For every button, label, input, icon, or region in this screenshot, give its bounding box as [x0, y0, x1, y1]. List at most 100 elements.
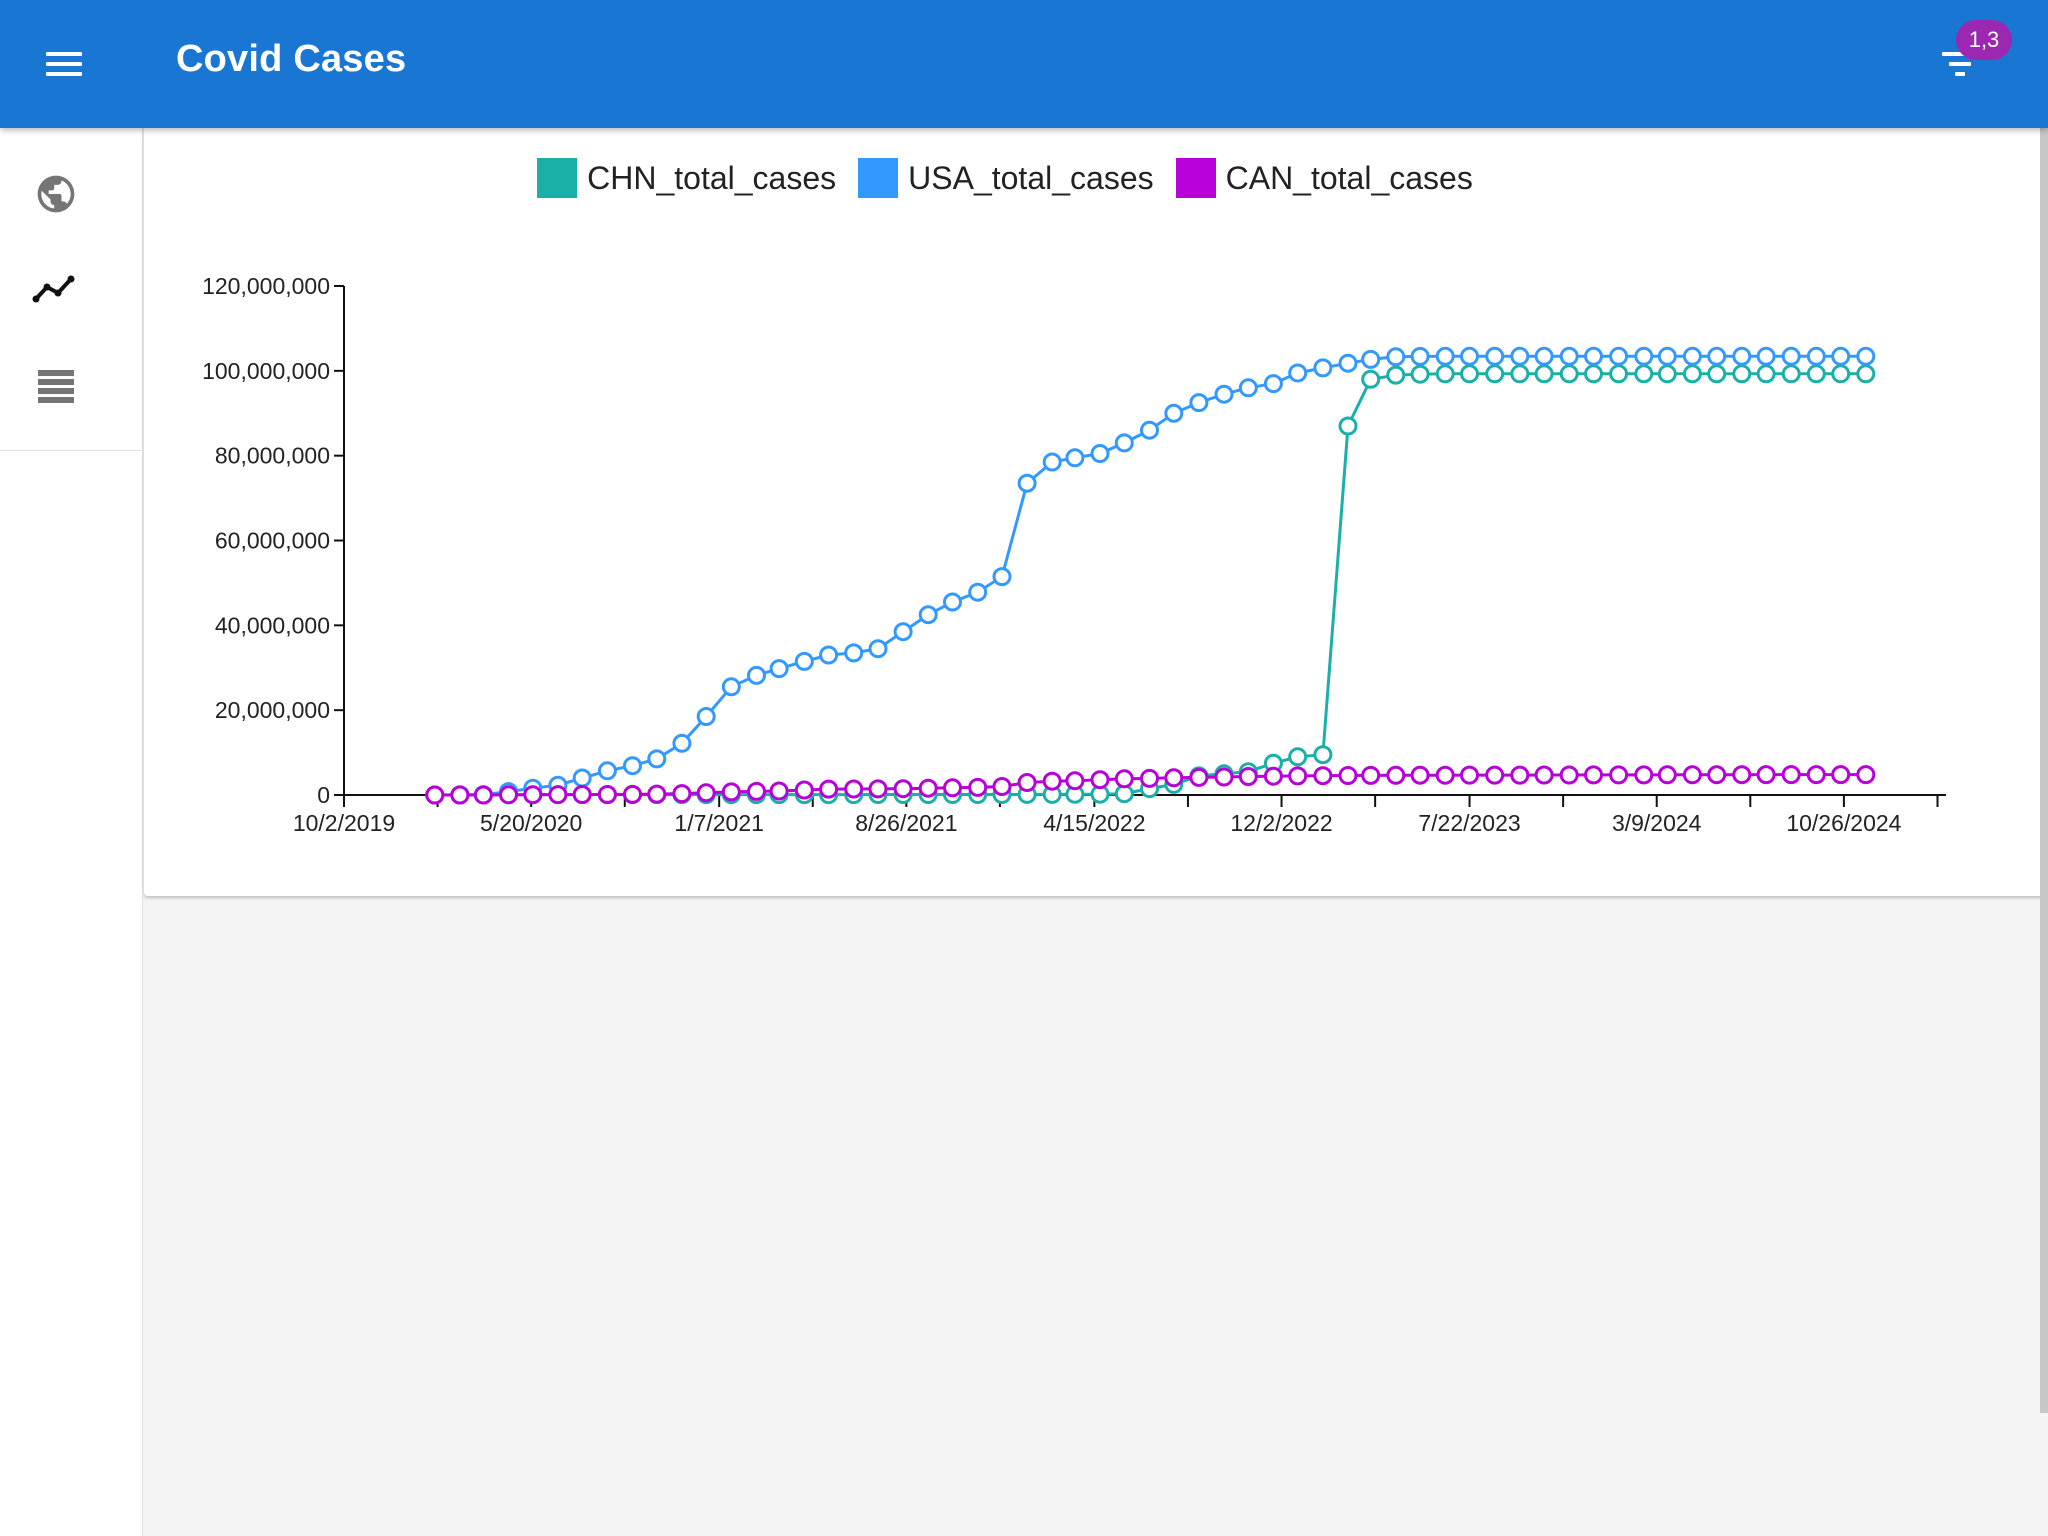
- data-point: [1485, 364, 1505, 384]
- data-point: [943, 778, 962, 798]
- data-point: [1634, 765, 1654, 785]
- data-point: [1781, 364, 1801, 384]
- data-point: [918, 778, 938, 798]
- y-tick-label: 60,000,000: [215, 528, 330, 554]
- data-point: [597, 761, 617, 781]
- data-point: [1756, 765, 1776, 785]
- data-point: [450, 785, 470, 805]
- data-point: [1510, 765, 1530, 785]
- x-tick-label: 8/26/2021: [855, 810, 957, 836]
- data-point: [1682, 364, 1702, 384]
- data-point: [1338, 353, 1358, 373]
- page-title: Covid Cases: [176, 38, 407, 80]
- data-point: [572, 785, 592, 804]
- data-point: [696, 783, 716, 803]
- data-point: [1657, 364, 1677, 384]
- sidebar-item-globe[interactable]: [26, 164, 86, 224]
- data-point: [1732, 765, 1752, 785]
- data-point: [1114, 433, 1134, 453]
- data-point: [647, 784, 667, 804]
- data-point: [844, 643, 864, 663]
- data-point: [794, 780, 814, 800]
- data-point: [819, 779, 839, 799]
- data-point: [747, 781, 766, 801]
- data-point: [1657, 346, 1677, 366]
- x-tick-label: 10/2/2019: [293, 810, 395, 836]
- data-point: [1609, 765, 1629, 785]
- data-point: [1485, 346, 1505, 366]
- data-point: [1559, 346, 1579, 366]
- data-point: [1435, 765, 1455, 785]
- data-point: [1338, 766, 1358, 785]
- data-point: [1682, 765, 1702, 785]
- data-point: [1732, 346, 1752, 366]
- y-tick-label: 80,000,000: [215, 443, 330, 469]
- data-point: [1856, 765, 1876, 785]
- scrollbar[interactable]: [2040, 128, 2048, 1413]
- data-point: [1386, 365, 1406, 385]
- data-point: [1534, 346, 1554, 366]
- data-point: [1386, 765, 1406, 785]
- data-point: [1288, 363, 1308, 383]
- data-point: [1559, 364, 1579, 384]
- y-tick-label: 100,000,000: [202, 358, 330, 384]
- table-icon: [38, 370, 74, 403]
- data-point: [1534, 364, 1554, 384]
- data-point: [623, 784, 642, 804]
- data-point: [1410, 765, 1430, 785]
- data-point: [1288, 766, 1308, 786]
- data-point: [1634, 364, 1654, 384]
- data-point: [1065, 448, 1085, 468]
- data-point: [968, 777, 988, 797]
- data-point: [769, 659, 789, 679]
- data-point: [1707, 364, 1727, 384]
- data-point: [721, 677, 741, 697]
- y-tick-label: 40,000,000: [215, 612, 330, 638]
- data-point: [672, 784, 692, 804]
- app-bar: Covid Cases 1,3: [0, 0, 2048, 128]
- data-point: [1707, 346, 1727, 366]
- data-point: [1435, 346, 1455, 366]
- data-point: [868, 639, 888, 659]
- data-point: [1831, 346, 1851, 366]
- data-point: [1831, 364, 1851, 384]
- x-tick-label: 7/22/2023: [1418, 810, 1520, 836]
- line-chart: 0 20,000,000 40,000,000 60,000,000 80,000,00…: [202, 273, 1946, 836]
- data-point: [1682, 346, 1702, 366]
- data-point: [893, 779, 913, 799]
- data-point: [1634, 346, 1654, 366]
- data-point: [523, 785, 543, 805]
- data-point: [1313, 358, 1333, 378]
- data-point: [1042, 452, 1062, 472]
- data-point: [1214, 767, 1234, 787]
- data-point: [1756, 346, 1776, 366]
- data-point: [623, 756, 642, 776]
- x-tick-label: 1/7/2021: [674, 810, 764, 836]
- sidebar-item-table[interactable]: [26, 356, 86, 416]
- x-tick-label: 3/9/2024: [1612, 810, 1702, 836]
- data-point: [1460, 765, 1479, 785]
- data-point: [1510, 364, 1530, 384]
- data-point: [1386, 347, 1406, 367]
- sidebar: [0, 128, 143, 1536]
- sidebar-item-chart[interactable]: [26, 258, 86, 318]
- data-point: [1806, 364, 1826, 384]
- data-point: [1361, 369, 1381, 389]
- data-point: [1534, 765, 1554, 785]
- data-point: [499, 785, 518, 805]
- filter-count-badge: 1,3: [1956, 20, 2012, 60]
- data-point: [1017, 773, 1037, 792]
- data-point: [1609, 364, 1629, 384]
- data-point: [1263, 766, 1283, 786]
- chart-card: CHN_total_cases USA_total_cases CAN_tota…: [144, 128, 2048, 896]
- data-point: [1263, 374, 1283, 394]
- data-point: [819, 645, 839, 665]
- y-tick-label: 120,000,000: [202, 273, 330, 299]
- data-point: [1584, 364, 1603, 384]
- x-tick-label: 5/20/2020: [480, 810, 582, 836]
- data-point: [1657, 765, 1677, 785]
- data-point: [1460, 346, 1479, 366]
- data-point: [893, 622, 913, 642]
- menu-button[interactable]: [40, 44, 88, 84]
- data-point: [1090, 444, 1110, 463]
